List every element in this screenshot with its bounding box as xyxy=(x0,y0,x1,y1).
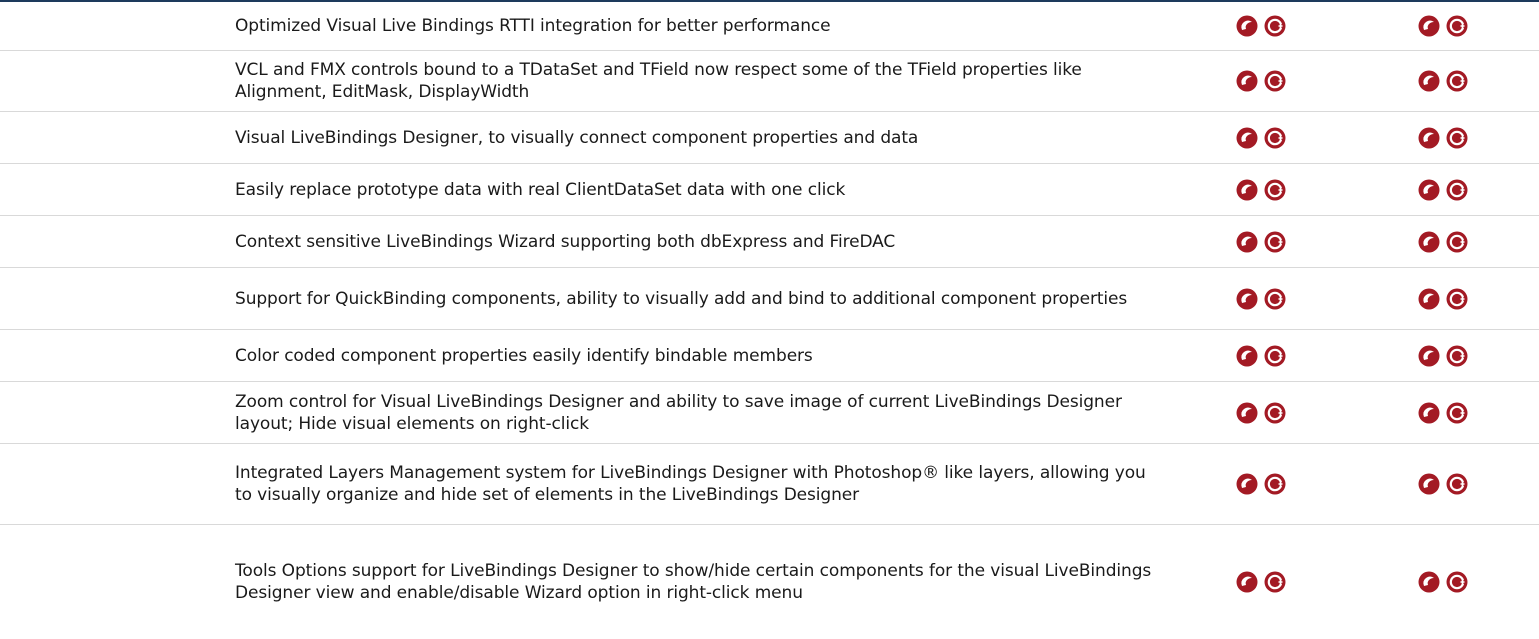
edition-icons-col1 xyxy=(1236,127,1286,149)
feature-description: Zoom control for Visual LiveBindings Des… xyxy=(235,391,1122,434)
delphi-icon xyxy=(1418,231,1440,252)
table-row: Easily replace prototype data with real … xyxy=(0,164,1539,216)
feature-description: Easily replace prototype data with real … xyxy=(235,179,846,200)
delphi-icon xyxy=(1418,473,1440,495)
table-row: Color coded component properties easily … xyxy=(0,330,1539,382)
edition-icons-col1 xyxy=(1236,179,1286,201)
cpp-builder-icon xyxy=(1264,402,1286,423)
table-row: VCL and FMX controls bound to a TDataSet… xyxy=(0,51,1539,112)
delphi-icon xyxy=(1418,179,1440,200)
delphi-icon xyxy=(1418,402,1440,423)
cpp-builder-icon xyxy=(1264,70,1286,92)
edition-icons-col1 xyxy=(1236,402,1286,424)
delphi-icon xyxy=(1418,571,1440,593)
edition-icons-col1 xyxy=(1236,231,1286,253)
edition-icons-col2 xyxy=(1418,231,1468,253)
edition-icons-col1 xyxy=(1236,473,1286,495)
delphi-icon xyxy=(1236,70,1258,92)
cpp-builder-icon xyxy=(1446,402,1468,423)
delphi-icon xyxy=(1418,70,1440,92)
cpp-builder-icon xyxy=(1264,571,1286,593)
delphi-icon xyxy=(1418,127,1440,148)
edition-icons-col2 xyxy=(1418,402,1468,424)
cpp-builder-icon xyxy=(1446,345,1468,366)
delphi-icon xyxy=(1236,473,1258,495)
cpp-builder-icon xyxy=(1264,179,1286,200)
delphi-icon xyxy=(1418,345,1440,366)
cpp-builder-icon xyxy=(1446,288,1468,309)
table-row: Optimized Visual Live Bindings RTTI inte… xyxy=(0,2,1539,51)
cpp-builder-icon xyxy=(1264,473,1286,495)
edition-icons-col2 xyxy=(1418,70,1468,92)
edition-icons-col1 xyxy=(1236,345,1286,367)
feature-description: Visual LiveBindings Designer, to visuall… xyxy=(235,127,919,148)
cpp-builder-icon xyxy=(1446,15,1468,37)
edition-icons-col2 xyxy=(1418,15,1468,37)
edition-icons-col2 xyxy=(1418,127,1468,149)
cpp-builder-icon xyxy=(1446,179,1468,200)
delphi-icon xyxy=(1236,402,1258,423)
edition-icons-col2 xyxy=(1418,179,1468,201)
delphi-icon xyxy=(1236,288,1258,309)
edition-icons-col1 xyxy=(1236,571,1286,593)
table-row: Integrated Layers Management system for … xyxy=(0,444,1539,525)
delphi-icon xyxy=(1418,288,1440,309)
delphi-icon xyxy=(1236,15,1258,37)
feature-description: Color coded component properties easily … xyxy=(235,345,813,366)
cpp-builder-icon xyxy=(1264,231,1286,252)
feature-description: Optimized Visual Live Bindings RTTI inte… xyxy=(235,16,831,36)
edition-icons-col2 xyxy=(1418,288,1468,310)
cpp-builder-icon xyxy=(1264,15,1286,37)
cpp-builder-icon xyxy=(1264,288,1286,309)
feature-table: Optimized Visual Live Bindings RTTI inte… xyxy=(0,2,1539,639)
cpp-builder-icon xyxy=(1446,70,1468,92)
delphi-icon xyxy=(1236,127,1258,148)
table-row: Support for QuickBinding components, abi… xyxy=(0,268,1539,330)
feature-description: VCL and FMX controls bound to a TDataSet… xyxy=(235,60,1082,102)
delphi-icon xyxy=(1236,571,1258,593)
delphi-icon xyxy=(1236,345,1258,366)
feature-description: Context sensitive LiveBindings Wizard su… xyxy=(235,231,896,252)
edition-icons-col2 xyxy=(1418,473,1468,495)
cpp-builder-icon xyxy=(1446,127,1468,148)
table-row: Tools Options support for LiveBindings D… xyxy=(0,525,1539,639)
edition-icons-col2 xyxy=(1418,345,1468,367)
edition-icons-col2 xyxy=(1418,571,1468,593)
cpp-builder-icon xyxy=(1264,345,1286,366)
table-row: Context sensitive LiveBindings Wizard su… xyxy=(0,216,1539,268)
delphi-icon xyxy=(1236,179,1258,200)
delphi-icon xyxy=(1236,231,1258,252)
feature-description: Tools Options support for LiveBindings D… xyxy=(235,561,1152,603)
delphi-icon xyxy=(1418,15,1440,37)
edition-icons-col1 xyxy=(1236,15,1286,37)
cpp-builder-icon xyxy=(1446,473,1468,495)
table-row: Visual LiveBindings Designer, to visuall… xyxy=(0,112,1539,164)
edition-icons-col1 xyxy=(1236,70,1286,92)
table-row: Zoom control for Visual LiveBindings Des… xyxy=(0,382,1539,444)
feature-description: Integrated Layers Management system for … xyxy=(235,463,1146,505)
cpp-builder-icon xyxy=(1446,231,1468,252)
edition-icons-col1 xyxy=(1236,288,1286,310)
cpp-builder-icon xyxy=(1264,127,1286,148)
cpp-builder-icon xyxy=(1446,571,1468,593)
feature-description: Support for QuickBinding components, abi… xyxy=(235,288,1128,309)
